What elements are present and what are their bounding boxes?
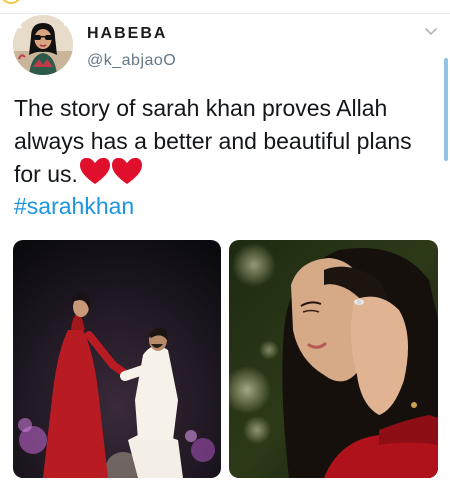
hashtag-link[interactable]: #sarahkhan: [14, 193, 134, 220]
proposal-photo[interactable]: [13, 240, 221, 478]
portrait-photo[interactable]: [229, 240, 438, 478]
tweet-text: The story of sarah khan proves Allah alw…: [14, 95, 412, 187]
scroll-indicator[interactable]: [444, 58, 448, 161]
chevron-down-icon[interactable]: [425, 27, 437, 37]
avatar[interactable]: [13, 15, 73, 75]
tweet-text-block: The story of sarah khan proves Allah alw…: [14, 92, 434, 195]
top-avatar-edge: [0, 0, 22, 4]
red-heart-icon: [79, 157, 142, 195]
author-name[interactable]: HABEBA: [87, 25, 167, 43]
top-divider: [0, 13, 450, 14]
avatar-image: [13, 15, 73, 75]
author-handle[interactable]: @k_abjaoO: [87, 52, 176, 70]
